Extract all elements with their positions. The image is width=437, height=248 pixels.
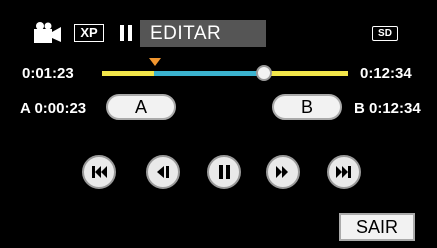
current-time: 0:01:23 — [22, 65, 74, 82]
playhead-handle — [256, 65, 272, 81]
frame-back-icon — [157, 166, 169, 178]
top-bar: XP EDITAR SD — [34, 20, 400, 48]
set-a-button[interactable]: A — [106, 94, 176, 120]
edit-screen: XP EDITAR SD 0:01:23 0:12:34 A 0:00:23 A… — [0, 0, 437, 248]
fast-forward-icon — [276, 166, 288, 178]
video-camera-icon — [34, 22, 61, 43]
pause-icon — [120, 25, 134, 41]
start-marker — [149, 58, 161, 66]
a-point-time: A 0:00:23 — [20, 100, 87, 117]
frame-back-button[interactable] — [146, 155, 180, 189]
timeline: 0:01:23 0:12:34 — [0, 55, 437, 91]
exit-button[interactable]: SAIR — [339, 213, 415, 241]
skip-back-button[interactable] — [82, 155, 116, 189]
set-b-button[interactable]: B — [272, 94, 342, 120]
pause-button[interactable] — [207, 155, 241, 189]
skip-forward-icon — [336, 166, 351, 178]
edit-track[interactable] — [100, 55, 350, 91]
fast-forward-button[interactable] — [266, 155, 300, 189]
page-title: EDITAR — [150, 23, 222, 44]
quality-badge: XP — [74, 24, 104, 42]
b-point-time: B 0:12:34 — [354, 100, 421, 117]
skip-back-icon — [92, 166, 107, 178]
sd-card-badge: SD — [372, 26, 398, 41]
title-bar: EDITAR — [140, 20, 266, 47]
end-time: 0:12:34 — [360, 65, 412, 82]
skip-forward-button[interactable] — [327, 155, 361, 189]
pause-icon — [219, 165, 230, 179]
